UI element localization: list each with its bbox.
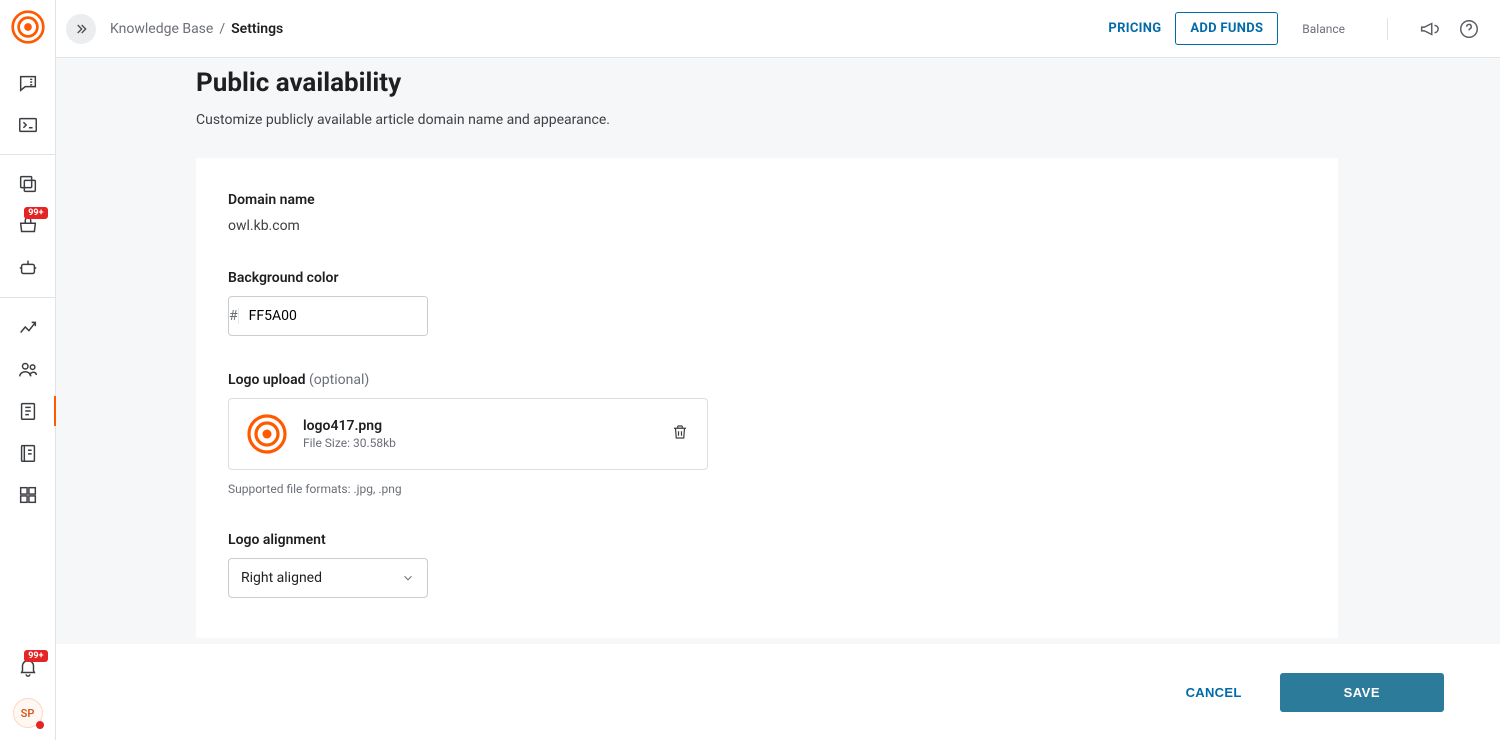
- hash-prefix: #: [229, 308, 239, 324]
- expand-sidebar-button[interactable]: [66, 14, 96, 44]
- field-logo-alignment: Logo alignment Right aligned: [228, 532, 1306, 598]
- logo-alignment-value: Right aligned: [241, 570, 322, 586]
- sidebar-separator: [0, 154, 55, 155]
- cancel-button[interactable]: CANCEL: [1180, 684, 1248, 701]
- add-funds-button[interactable]: ADD FUNDS: [1175, 12, 1278, 45]
- upload-file-name: logo417.png: [303, 418, 396, 434]
- sidebar-item-reports[interactable]: [0, 432, 56, 474]
- sidebar-item-chat[interactable]: [0, 62, 56, 104]
- announcements-icon[interactable]: [1416, 16, 1442, 42]
- breadcrumb-current: Settings: [231, 21, 283, 37]
- avatar-status-dot: [36, 721, 44, 729]
- avatar-initials: SP: [21, 707, 35, 720]
- logo-alignment-select[interactable]: Right aligned: [228, 558, 428, 598]
- balance-label: Balance: [1302, 22, 1359, 36]
- help-icon[interactable]: [1456, 16, 1482, 42]
- delete-logo-button[interactable]: [671, 422, 689, 446]
- upload-meta: logo417.png File Size: 30.58kb: [303, 418, 396, 450]
- page-title: Public availability: [196, 68, 1338, 98]
- main: Knowledge Base / Settings PRICING ADD FU…: [56, 0, 1500, 740]
- optional-indicator: (optional): [309, 372, 369, 388]
- domain-name-value: owl.kb.com: [228, 218, 1306, 234]
- background-color-input[interactable]: [239, 297, 428, 335]
- field-domain-name: Domain name owl.kb.com: [228, 192, 1306, 234]
- domain-name-label: Domain name: [228, 192, 1306, 208]
- sidebar-item-team[interactable]: [0, 348, 56, 390]
- sidebar-item-notifications[interactable]: 99+: [0, 648, 56, 686]
- avatar[interactable]: SP: [13, 698, 43, 728]
- page-description: Customize publicly available article dom…: [196, 112, 1338, 128]
- breadcrumb-parent[interactable]: Knowledge Base: [110, 21, 213, 37]
- sidebar-item-bot[interactable]: [0, 247, 56, 289]
- sidebar-item-apps[interactable]: [0, 474, 56, 516]
- chevron-down-icon: [401, 571, 415, 585]
- brand-logo[interactable]: [11, 10, 45, 44]
- sidebar-item-analytics[interactable]: [0, 306, 56, 348]
- save-button[interactable]: SAVE: [1280, 673, 1444, 712]
- logo-upload-label: Logo upload (optional): [228, 372, 1306, 388]
- sidebar-badge-ecommerce: 99+: [24, 207, 47, 219]
- topbar: Knowledge Base / Settings PRICING ADD FU…: [56, 0, 1500, 58]
- content-area: Public availability Customize publicly a…: [56, 58, 1500, 644]
- upload-file-size: File Size: 30.58kb: [303, 436, 396, 450]
- topbar-divider: [1387, 18, 1388, 40]
- sidebar-item-ecommerce[interactable]: 99+: [0, 205, 56, 247]
- sidebar-item-knowledge-base[interactable]: [0, 390, 56, 432]
- upload-hint: Supported file formats: .jpg, .png: [228, 482, 1306, 496]
- breadcrumb-separator: /: [219, 21, 225, 37]
- logo-alignment-label: Logo alignment: [228, 532, 1306, 548]
- breadcrumb: Knowledge Base / Settings: [110, 21, 283, 37]
- field-background-color: Background color #: [228, 270, 1306, 336]
- pricing-link[interactable]: PRICING: [1108, 21, 1161, 36]
- field-logo-upload: Logo upload (optional): [228, 372, 1306, 496]
- uploaded-logo-preview: [247, 414, 287, 454]
- settings-card: Domain name owl.kb.com Background color …: [196, 158, 1338, 638]
- sidebar-item-terminal[interactable]: [0, 104, 56, 146]
- footer-actions: CANCEL SAVE: [56, 644, 1500, 740]
- sidebar-item-copy[interactable]: [0, 163, 56, 205]
- background-color-label: Background color: [228, 270, 1306, 286]
- logo-upload-card: logo417.png File Size: 30.58kb: [228, 398, 708, 470]
- sidebar-badge-notifications: 99+: [24, 650, 47, 662]
- sidebar-separator: [0, 297, 55, 298]
- background-color-input-wrapper[interactable]: #: [228, 296, 428, 336]
- sidebar: 99+ 99+ SP: [0, 0, 56, 740]
